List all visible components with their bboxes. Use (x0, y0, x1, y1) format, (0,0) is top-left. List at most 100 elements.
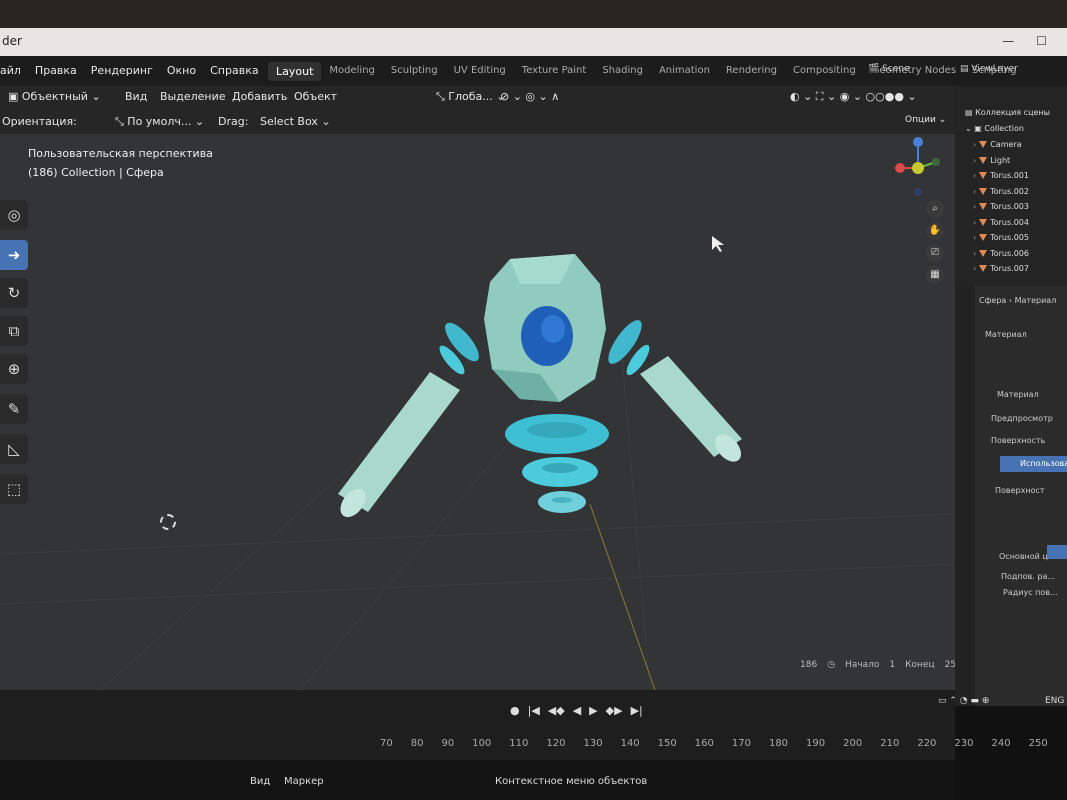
timeline-tick: 240 (991, 738, 1011, 749)
expand-chevron-icon[interactable]: › (973, 171, 976, 180)
scale-tool-icon[interactable]: ⧉ (0, 316, 28, 346)
left-cylinder[interactable] (335, 372, 460, 522)
workspace-tab-0[interactable]: Layout (268, 62, 322, 81)
workspace-tab-7[interactable]: Rendering (718, 62, 785, 81)
sphere-head[interactable] (484, 254, 606, 402)
base-color-swatch[interactable] (1047, 545, 1067, 559)
menu-item-0[interactable]: айл (0, 64, 21, 77)
navigation-gizmo[interactable]: ⌕ ✋ ⎚ ▦ (880, 136, 950, 284)
jump-end-icon[interactable]: ▶| (631, 704, 643, 717)
outliner-panel: ▤ Коллекция сцены ⌄ ▣ Collection › Camera… (955, 86, 1067, 286)
expand-chevron-icon[interactable]: › (973, 218, 976, 227)
workspace-tab-8[interactable]: Compositing (785, 62, 864, 81)
transform-orientation[interactable]: ⤡ Глоба... ⌄ (436, 90, 506, 104)
mode-dropdown[interactable]: ▣ Объектный ⌄ (8, 90, 101, 103)
cursor-tool-icon[interactable]: ◎ (0, 200, 28, 230)
workspace-tab-6[interactable]: Animation (651, 62, 718, 81)
minimize-icon[interactable]: — (1002, 34, 1014, 48)
workspace-tab-2[interactable]: Sculpting (383, 62, 446, 81)
left-ear-rings[interactable] (436, 318, 484, 378)
menu-object[interactable]: Объект (294, 90, 337, 103)
outliner-item[interactable]: › Torus.004 (973, 218, 1029, 232)
material-slot[interactable]: Материал (985, 330, 1027, 339)
camera-view-icon[interactable]: ⎚ (926, 244, 944, 262)
timeline-view-menu[interactable]: Вид (250, 776, 270, 787)
axis-gizmo[interactable] (880, 136, 950, 196)
viewport-header: ▣ Объектный ⌄ Вид Выделение Добавить Объ… (0, 86, 955, 110)
scene-name: Scene (882, 64, 910, 74)
rotate-tool-icon[interactable]: ↻ (0, 278, 28, 308)
properties-tabs[interactable] (955, 286, 975, 706)
3d-cursor-icon[interactable] (160, 514, 176, 530)
timeline-ruler[interactable]: 70 80 90 100 110 120 130 140 150 160 170 180 190 200 2… (380, 738, 1048, 749)
viewlayer-selector[interactable]: ▤ ViewLayer (960, 64, 1018, 74)
menu-item-2[interactable]: Рендеринг (91, 64, 153, 77)
right-ear-rings[interactable] (603, 316, 654, 379)
snap-icon[interactable]: ⊘ ⌄ ◎ ⌄ ∧ (500, 90, 559, 103)
outliner-item[interactable]: › Torus.006 (973, 249, 1029, 263)
preview-section[interactable]: Предпросмотр (991, 414, 1053, 423)
outliner-item[interactable]: › Torus.002 (973, 187, 1029, 201)
menu-item-1[interactable]: Правка (35, 64, 77, 77)
menu-view[interactable]: Вид (125, 90, 147, 103)
timeline-marker-menu[interactable]: Маркер (284, 776, 324, 787)
current-frame-field[interactable]: 186 (800, 660, 817, 670)
3d-viewport[interactable]: Пользовательская перспектива (186) Colle… (0, 134, 955, 690)
material-name[interactable]: Материал (997, 390, 1039, 399)
add-cube-tool-icon[interactable]: ⬚ (0, 474, 28, 504)
pan-hand-icon[interactable]: ✋ (926, 222, 944, 240)
prev-key-icon[interactable]: ◀◆ (548, 704, 565, 717)
orientation-dropdown[interactable]: ⤡ По умолч... ⌄ (115, 115, 204, 129)
outliner-item[interactable]: › Torus.007 (973, 264, 1029, 278)
use-nodes-button[interactable]: Использовать (1000, 456, 1067, 472)
scene-collection-row[interactable]: ▤ Коллекция сцены (965, 108, 1050, 122)
options-dropdown[interactable]: Опции ⌄ (905, 115, 946, 125)
timeline-tick: 100 (472, 738, 492, 749)
tray-icons[interactable]: ▭ ⌃ ◔ ▬ ⊕ (938, 696, 989, 706)
expand-chevron-icon[interactable]: › (973, 140, 976, 149)
play-icon[interactable]: ▶ (589, 704, 597, 717)
expand-chevron-icon[interactable]: › (973, 202, 976, 211)
record-icon[interactable]: ● (510, 704, 520, 717)
expand-chevron-icon[interactable]: › (973, 233, 976, 242)
workspace-tab-4[interactable]: Texture Paint (514, 62, 595, 81)
drag-dropdown[interactable]: Select Box ⌄ (260, 115, 331, 128)
collection-row[interactable]: ⌄ ▣ Collection (965, 124, 1024, 138)
menu-item-3[interactable]: Окно (167, 64, 196, 77)
annotate-tool-icon[interactable]: ✎ (0, 394, 28, 424)
maximize-icon[interactable]: ☐ (1036, 34, 1047, 48)
workspace-tab-5[interactable]: Shading (594, 62, 651, 81)
outliner-item[interactable]: › Light (973, 156, 1010, 170)
surface-section[interactable]: Поверхность (991, 436, 1045, 445)
next-key-icon[interactable]: ◆▶ (606, 704, 623, 717)
outliner-item[interactable]: › Camera (973, 140, 1022, 154)
jump-start-icon[interactable]: |◀ (528, 704, 540, 717)
outliner-item[interactable]: › Torus.003 (973, 202, 1029, 216)
start-field[interactable]: 1 (889, 660, 895, 670)
menu-add[interactable]: Добавить (232, 90, 287, 103)
move-tool-icon[interactable]: ➜ (0, 240, 28, 270)
viewport-gizmos-icon[interactable]: ◐ ⌄ ⛶ ⌄ ◉ ⌄ ○○●● ⌄ (790, 90, 917, 104)
expand-chevron-icon[interactable]: › (973, 249, 976, 258)
language-indicator[interactable]: ENG (1045, 696, 1064, 706)
zoom-icon[interactable]: ⌕ (926, 200, 944, 218)
outliner-item[interactable]: › Torus.001 (973, 171, 1029, 185)
torus-stack[interactable] (505, 414, 609, 513)
expand-chevron-icon[interactable]: › (973, 187, 976, 196)
ortho-grid-icon[interactable]: ▦ (926, 266, 944, 284)
menu-item-4[interactable]: Справка (210, 64, 258, 77)
transform-tool-icon[interactable]: ⊕ (0, 354, 28, 384)
workspace-tab-3[interactable]: UV Editing (446, 62, 514, 81)
drag-value: Select Box (260, 115, 318, 128)
expand-chevron-icon[interactable]: › (973, 156, 976, 165)
expand-chevron-icon[interactable]: › (973, 264, 976, 273)
play-reverse-icon[interactable]: ◀ (573, 704, 581, 717)
measure-tool-icon[interactable]: ◺ (0, 434, 28, 464)
breadcrumb-material: Материал (1014, 296, 1057, 305)
right-cylinder[interactable] (640, 356, 746, 467)
outliner-item[interactable]: › Torus.005 (973, 233, 1029, 247)
scene-selector[interactable]: 🎬 Scene (868, 64, 910, 74)
workspace-tab-1[interactable]: Modeling (321, 62, 383, 81)
timeline-tick: 230 (954, 738, 974, 749)
menu-select[interactable]: Выделение (160, 90, 226, 103)
